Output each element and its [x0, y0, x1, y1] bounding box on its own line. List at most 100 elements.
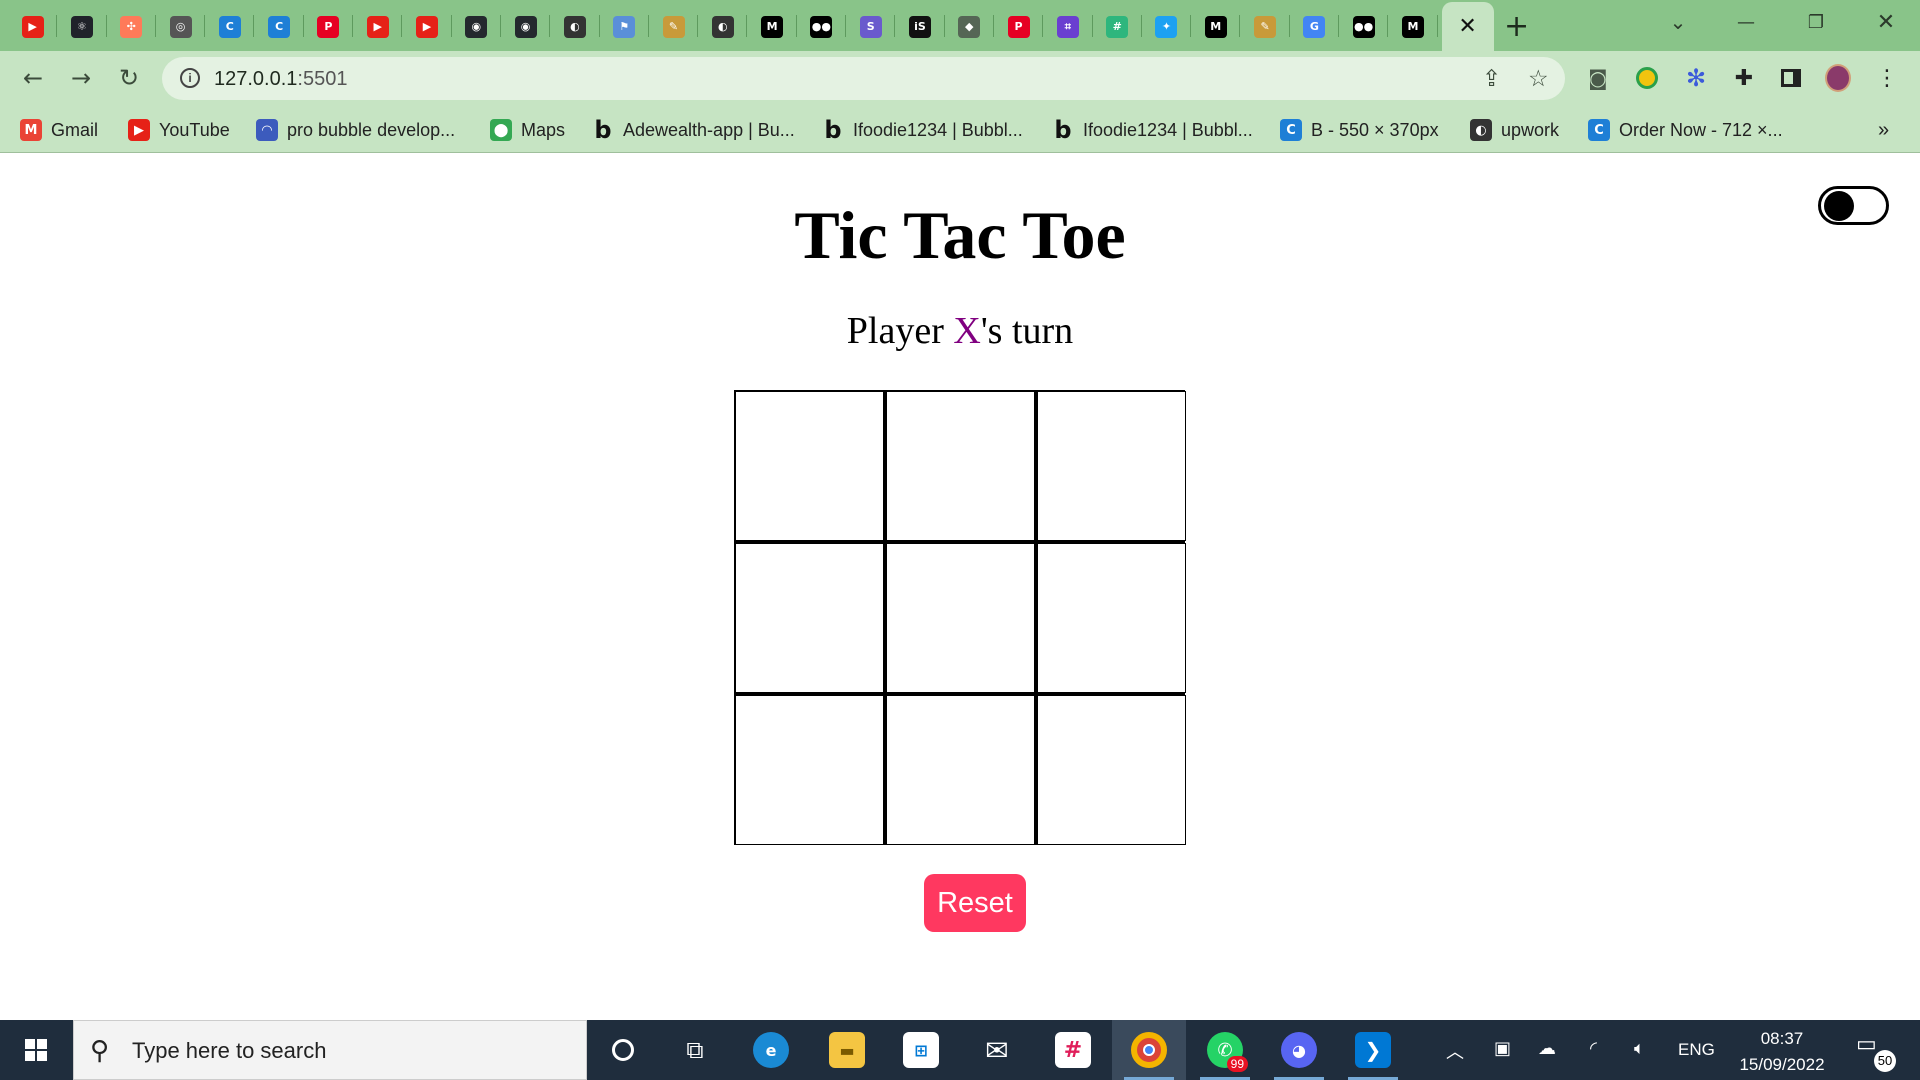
- bookmark-item[interactable]: ▶ YouTube: [128, 117, 230, 143]
- pinned-tab[interactable]: ◐: [698, 2, 748, 51]
- bookmark-item[interactable]: ◠ pro bubble develop...: [256, 117, 455, 143]
- side-panel-icon[interactable]: [1778, 65, 1804, 91]
- pinned-tab[interactable]: ●●: [797, 2, 847, 51]
- cortana-button[interactable]: [586, 1020, 660, 1080]
- discord-app-icon[interactable]: ◕: [1262, 1020, 1336, 1080]
- wifi-icon[interactable]: ◜: [1590, 1038, 1597, 1059]
- board-cell[interactable]: [1037, 391, 1186, 541]
- board-cell[interactable]: [735, 543, 884, 693]
- pinned-tab[interactable]: ⚑: [600, 2, 650, 51]
- bookmark-item[interactable]: b Ifoodie1234 | Bubbl...: [822, 116, 1022, 144]
- pinned-tab[interactable]: #: [1093, 2, 1143, 51]
- file-explorer-app-icon[interactable]: ▬: [810, 1020, 884, 1080]
- board-cell[interactable]: [886, 391, 1035, 541]
- vscode-app-icon[interactable]: ❯: [1336, 1020, 1410, 1080]
- forward-button[interactable]: →: [64, 61, 98, 95]
- slack-app-icon[interactable]: #: [1036, 1020, 1110, 1080]
- pinned-tab[interactable]: ◐: [550, 2, 600, 51]
- bookmarks-bar: » M Gmail ▶ YouTube ◠ pro bubble develop... ⬤ M…: [0, 106, 1920, 153]
- bookmark-label: Order Now - 712 ×...: [1619, 119, 1783, 140]
- bookmark-label: YouTube: [159, 119, 230, 140]
- restore-button[interactable]: ❐: [1786, 0, 1846, 44]
- close-tab-icon[interactable]: ✕: [1458, 14, 1476, 39]
- notification-center-button[interactable]: ▭ 50: [1856, 1032, 1896, 1072]
- pinned-tab[interactable]: M: [1191, 2, 1241, 51]
- show-hidden-icons-button[interactable]: ︿: [1446, 1038, 1464, 1064]
- camera-extension-icon[interactable]: ◙: [1585, 65, 1611, 91]
- pinned-tab[interactable]: ▶: [353, 2, 403, 51]
- pinned-tab[interactable]: M: [1388, 2, 1438, 51]
- profile-avatar[interactable]: [1825, 64, 1851, 92]
- new-tab-button[interactable]: +: [1494, 4, 1540, 50]
- url-text[interactable]: 127.0.0.1:5501: [214, 68, 347, 91]
- pinned-tab[interactable]: ▶: [8, 2, 58, 51]
- pinned-tab[interactable]: ◆: [945, 2, 995, 51]
- mail-app-icon[interactable]: ✉: [960, 1020, 1034, 1080]
- pinned-tab[interactable]: iS: [895, 2, 945, 51]
- pinned-tab[interactable]: M: [747, 2, 798, 51]
- meet-now-icon[interactable]: ▣: [1494, 1038, 1511, 1059]
- reset-button[interactable]: Reset: [924, 874, 1026, 932]
- pinned-tab[interactable]: ●●: [1339, 2, 1389, 51]
- chrome-app-icon[interactable]: [1112, 1020, 1186, 1080]
- volume-icon[interactable]: 🔈︎: [1634, 1038, 1645, 1059]
- pinned-tab[interactable]: ⚛: [57, 2, 107, 51]
- pinned-tab[interactable]: ◉: [452, 2, 502, 51]
- pinned-tab[interactable]: ◉: [501, 2, 551, 51]
- active-tab[interactable]: ✕: [1441, 2, 1494, 51]
- bookmark-item[interactable]: b Adewealth-app | Bu...: [592, 116, 794, 144]
- stackbit-icon: S: [859, 15, 882, 38]
- pinned-tab[interactable]: ✎: [1240, 2, 1291, 51]
- pinned-tab[interactable]: P: [304, 2, 354, 51]
- edge-app-icon[interactable]: e: [734, 1020, 808, 1080]
- microsoft-store-app-icon[interactable]: ⊞: [884, 1020, 958, 1080]
- board-cell[interactable]: [886, 543, 1035, 693]
- pinned-tab[interactable]: ✦: [1142, 2, 1192, 51]
- pinned-tab[interactable]: ✎: [649, 2, 699, 51]
- close-window-button[interactable]: ✕: [1856, 0, 1916, 44]
- bookmark-item[interactable]: ⬤ Maps: [490, 117, 565, 143]
- pinned-tab[interactable]: ◎: [156, 2, 206, 51]
- board-cell[interactable]: [1037, 543, 1186, 693]
- bookmark-item[interactable]: M Gmail: [20, 117, 98, 143]
- is-icon: iS: [908, 15, 931, 38]
- share-icon[interactable]: ⇪: [1482, 66, 1501, 92]
- bookmarks-overflow-button[interactable]: »: [1878, 117, 1889, 143]
- taskbar-clock[interactable]: 08:37 15/09/2022: [1726, 1026, 1838, 1078]
- pinned-tab[interactable]: ⌗: [1043, 2, 1093, 51]
- pinned-tab[interactable]: C: [254, 2, 305, 51]
- onedrive-icon[interactable]: ☁: [1538, 1038, 1556, 1059]
- pinned-tab[interactable]: ✣: [107, 2, 157, 51]
- board-cell[interactable]: [1037, 695, 1186, 845]
- site-info-icon[interactable]: i: [180, 68, 200, 88]
- minimize-button[interactable]: —: [1716, 0, 1776, 44]
- back-button[interactable]: ←: [16, 61, 50, 95]
- task-view-button[interactable]: ⧉: [658, 1020, 732, 1080]
- board-cell[interactable]: [735, 695, 884, 845]
- bookmark-item[interactable]: b Ifoodie1234 | Bubbl...: [1052, 116, 1252, 144]
- sparkle-extension-icon[interactable]: ✻: [1683, 64, 1709, 92]
- browser-menu-icon[interactable]: ⋮: [1874, 65, 1900, 91]
- board-cell[interactable]: [886, 695, 1035, 845]
- taskbar-search-box[interactable]: ⚲ Type here to search: [73, 1020, 587, 1080]
- bookmark-star-icon[interactable]: ☆: [1528, 66, 1549, 92]
- bookmark-item[interactable]: ◐ upwork: [1470, 117, 1559, 143]
- pinned-tab[interactable]: G: [1290, 2, 1340, 51]
- lightbulb-extension-icon[interactable]: [1634, 65, 1660, 91]
- pinned-tab[interactable]: S: [846, 2, 896, 51]
- extensions-puzzle-icon[interactable]: ✚: [1731, 65, 1757, 91]
- pinned-tab[interactable]: C: [205, 2, 255, 51]
- whatsapp-app-icon[interactable]: ✆ 99: [1188, 1020, 1262, 1080]
- bookmark-item[interactable]: C Order Now - 712 ×...: [1588, 117, 1783, 143]
- pinned-tab[interactable]: P: [994, 2, 1044, 51]
- tab-search-icon[interactable]: ⌄: [1648, 0, 1708, 44]
- bookmark-item[interactable]: C B - 550 × 370px: [1280, 117, 1439, 143]
- theme-toggle[interactable]: [1818, 186, 1889, 225]
- reload-button[interactable]: ↻: [112, 61, 146, 95]
- bubble-icon: b: [824, 116, 842, 144]
- language-indicator[interactable]: ENG: [1678, 1040, 1715, 1060]
- pinned-tab[interactable]: ▶: [402, 2, 452, 51]
- start-button[interactable]: [0, 1020, 72, 1080]
- board-cell[interactable]: [735, 391, 884, 541]
- address-bar[interactable]: i 127.0.0.1:5501 ⇪ ☆: [162, 57, 1565, 100]
